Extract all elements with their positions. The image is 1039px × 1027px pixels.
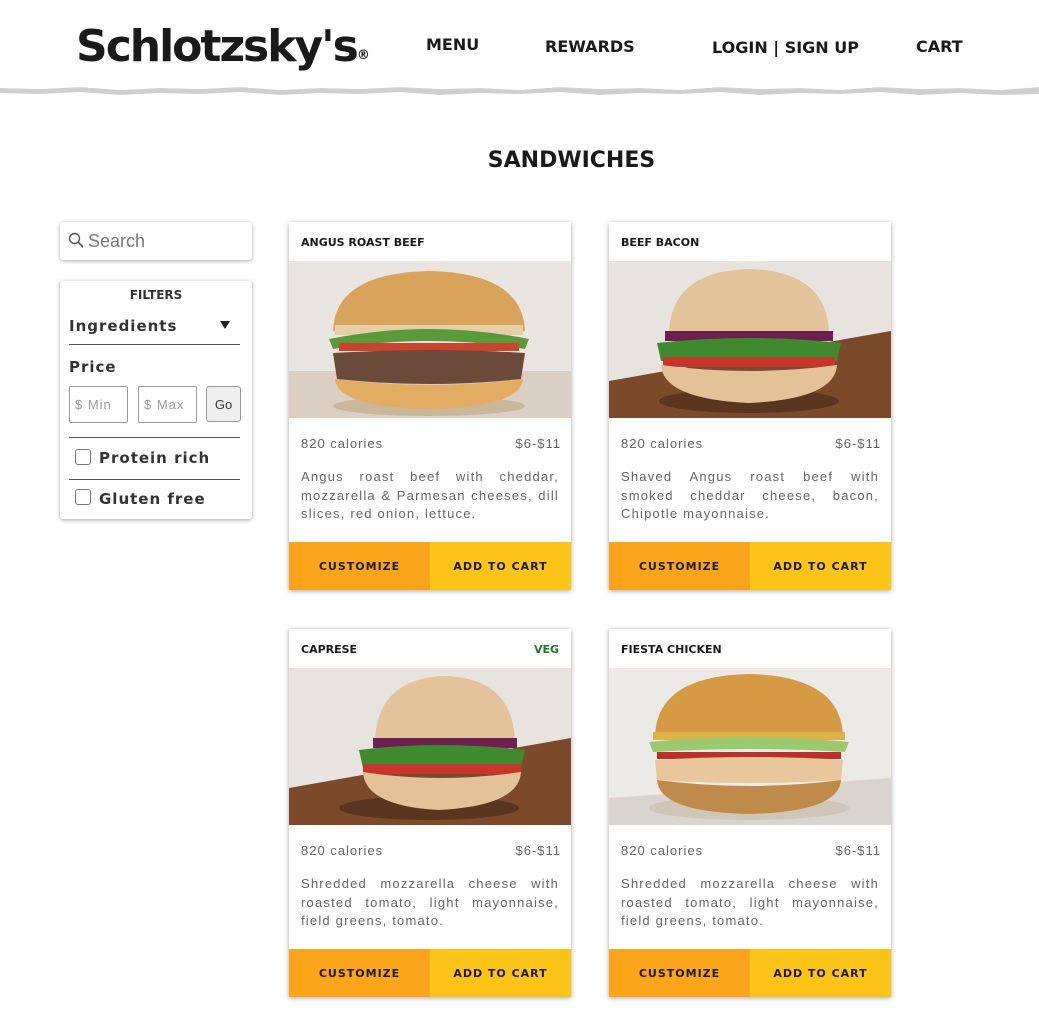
customize-button[interactable]: CUSTOMIZE <box>609 949 750 997</box>
nav-cart-link[interactable]: CART <box>916 37 963 56</box>
sandwich-image <box>289 668 571 825</box>
gluten-free-label[interactable]: Gluten free <box>99 490 206 508</box>
divider <box>69 479 240 480</box>
product-description: Shredded mozzarella cheese with roasted … <box>621 876 879 928</box>
gluten-free-checkbox[interactable] <box>75 489 91 505</box>
ingredients-label[interactable]: Ingredients <box>69 317 177 335</box>
calories: 820 calories <box>301 436 384 451</box>
product-description: Angus roast beef with cheddar, mozzarell… <box>301 469 559 521</box>
torn-paper-edge <box>0 80 1039 95</box>
price-range: $6-$11 <box>835 843 881 858</box>
add-to-cart-button[interactable]: ADD TO CART <box>750 949 891 997</box>
registered-mark-icon: ® <box>356 48 370 63</box>
customize-button[interactable]: CUSTOMIZE <box>289 542 430 590</box>
product-name: FIESTA CHICKEN <box>621 643 722 656</box>
price-range: $6-$11 <box>515 843 561 858</box>
product-card[interactable]: BEEF BACON 820 calories $6-$11 Shaved An… <box>609 222 891 590</box>
product-name: BEEF BACON <box>621 236 700 249</box>
price-max-input[interactable] <box>138 386 197 423</box>
nav-menu-link[interactable]: MENU <box>426 35 479 54</box>
add-to-cart-button[interactable]: ADD TO CART <box>430 542 571 590</box>
product-description: Shaved Angus roast beef with smoked ched… <box>621 469 879 521</box>
add-to-cart-button[interactable]: ADD TO CART <box>750 542 891 590</box>
search-input[interactable] <box>88 228 244 254</box>
product-card[interactable]: FIESTA CHICKEN 820 calories $6-$11 Shred… <box>609 629 891 997</box>
product-card[interactable]: CAPRESE VEG 820 calories $6-$11 Shredded… <box>289 629 571 997</box>
sandwich-image <box>609 668 891 825</box>
logo-text: Schlotzsky's <box>76 21 359 72</box>
protein-rich-label[interactable]: Protein rich <box>99 449 210 467</box>
sandwich-image <box>609 261 891 418</box>
price-go-button[interactable]: Go <box>206 386 241 422</box>
filters-title: FILTERS <box>129 288 183 302</box>
calories: 820 calories <box>621 843 704 858</box>
chevron-down-icon[interactable] <box>220 321 230 329</box>
veg-badge: VEG <box>533 643 559 656</box>
price-range: $6-$11 <box>835 436 881 451</box>
nav-login-link[interactable]: LOGIN | SIGN UP <box>712 38 859 57</box>
divider <box>69 344 240 345</box>
site-header: Schlotzsky's® MENU REWARDS LOGIN | SIGN … <box>0 0 1039 100</box>
search-icon <box>68 232 84 248</box>
logo[interactable]: Schlotzsky's® <box>76 22 370 81</box>
product-name: ANGUS ROAST BEEF <box>301 236 425 249</box>
product-description: Shredded mozzarella cheese with roasted … <box>301 876 559 928</box>
customize-button[interactable]: CUSTOMIZE <box>609 542 750 590</box>
product-name: CAPRESE <box>301 643 358 656</box>
filters-panel: FILTERS Ingredients Price Go Protein ric… <box>60 281 252 519</box>
protein-rich-checkbox[interactable] <box>75 449 91 465</box>
price-label: Price <box>69 358 117 376</box>
search-box[interactable] <box>60 222 252 260</box>
sandwich-image <box>289 261 571 418</box>
calories: 820 calories <box>301 843 384 858</box>
product-card[interactable]: ANGUS ROAST BEEF 820 calories $6-$11 Ang… <box>289 222 571 590</box>
calories: 820 calories <box>621 436 704 451</box>
price-min-input[interactable] <box>69 386 128 423</box>
price-range: $6-$11 <box>515 436 561 451</box>
add-to-cart-button[interactable]: ADD TO CART <box>430 949 571 997</box>
customize-button[interactable]: CUSTOMIZE <box>289 949 430 997</box>
divider <box>69 437 240 438</box>
nav-rewards-link[interactable]: REWARDS <box>545 37 635 56</box>
page-title: SANDWICHES <box>487 148 656 173</box>
